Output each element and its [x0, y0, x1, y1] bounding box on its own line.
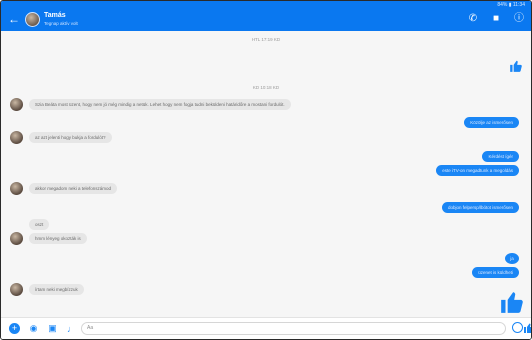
message-bubble-incoming[interactable]: oszt	[29, 219, 50, 230]
avatar[interactable]	[10, 232, 23, 245]
composer-actions: + ◉ ▣ ♩	[9, 323, 77, 334]
message-bubble-incoming[interactable]: Szia Beáta most üzent, hogy nem jó még m…	[29, 99, 291, 110]
contact-status: Tegnap aktív volt	[44, 21, 78, 26]
avatar[interactable]	[10, 131, 23, 144]
avatar[interactable]	[10, 98, 23, 111]
info-icon[interactable]: ⓘ	[513, 13, 525, 25]
conversation-header: ← Tamás Tegnap aktív volt ✆ ■ ⓘ	[1, 9, 531, 31]
like-icon[interactable]	[523, 322, 531, 334]
message-list[interactable]: HTL 17:19 KD KD 10:18 KD Szia Beáta most…	[1, 31, 531, 319]
message-bubble-outgoing[interactable]: dobjon felpersp/lbótot ismerősen	[441, 202, 519, 213]
message-bubble-incoming[interactable]: írtam neki megbízzuk	[29, 284, 84, 295]
message-bubble-outgoing[interactable]: Közölje az ismerősen	[464, 117, 519, 128]
mic-icon[interactable]: ♩	[66, 323, 77, 334]
contact-name[interactable]: Tamás	[44, 12, 66, 19]
status-bar: 84% ▮ 11:34	[1, 1, 531, 9]
avatar[interactable]	[10, 182, 23, 195]
like-icon	[499, 289, 525, 315]
image-icon[interactable]: ▣	[47, 323, 58, 334]
like-icon	[509, 59, 523, 73]
avatar[interactable]	[10, 283, 23, 296]
timestamp: KD 10:18 KD	[252, 85, 280, 90]
header-actions: ✆ ■ ⓘ	[467, 13, 525, 25]
message-input[interactable]: Aa	[81, 322, 506, 335]
message-bubble-outgoing[interactable]: este iTV-on megadtunk a megoldás	[436, 165, 519, 176]
avatar[interactable]	[25, 12, 40, 27]
video-icon[interactable]: ■	[490, 13, 502, 25]
emoji-icon[interactable]	[512, 322, 523, 333]
phone-icon[interactable]: ✆	[467, 13, 479, 25]
message-bubble-outgoing[interactable]: ja	[505, 253, 519, 264]
message-bubble-incoming[interactable]: az azt jelenti hogy bukja a fordulót?	[29, 132, 112, 143]
message-bubble-incoming[interactable]: hmm lényeg okozták is	[29, 233, 87, 244]
message-bubble-outgoing[interactable]: Kérdést ígér	[482, 151, 519, 162]
message-bubble-outgoing[interactable]: üzenet is küldheti	[472, 267, 519, 278]
timestamp: HTL 17:19 KD	[251, 37, 281, 42]
messenger-window: 84% ▮ 11:34 ← Tamás Tegnap aktív volt ✆ …	[0, 0, 532, 340]
status-indicators: 84% ▮ 11:34	[497, 2, 525, 8]
camera-icon[interactable]: ◉	[28, 323, 39, 334]
arrow-left-icon[interactable]: ←	[7, 12, 21, 26]
status-text: 84% ▮ 11:34	[497, 2, 525, 8]
message-composer: + ◉ ▣ ♩ Aa	[1, 317, 531, 339]
message-bubble-incoming[interactable]: akkor megadom neki a telefonszámod	[29, 183, 118, 194]
plus-icon[interactable]: +	[9, 323, 20, 334]
